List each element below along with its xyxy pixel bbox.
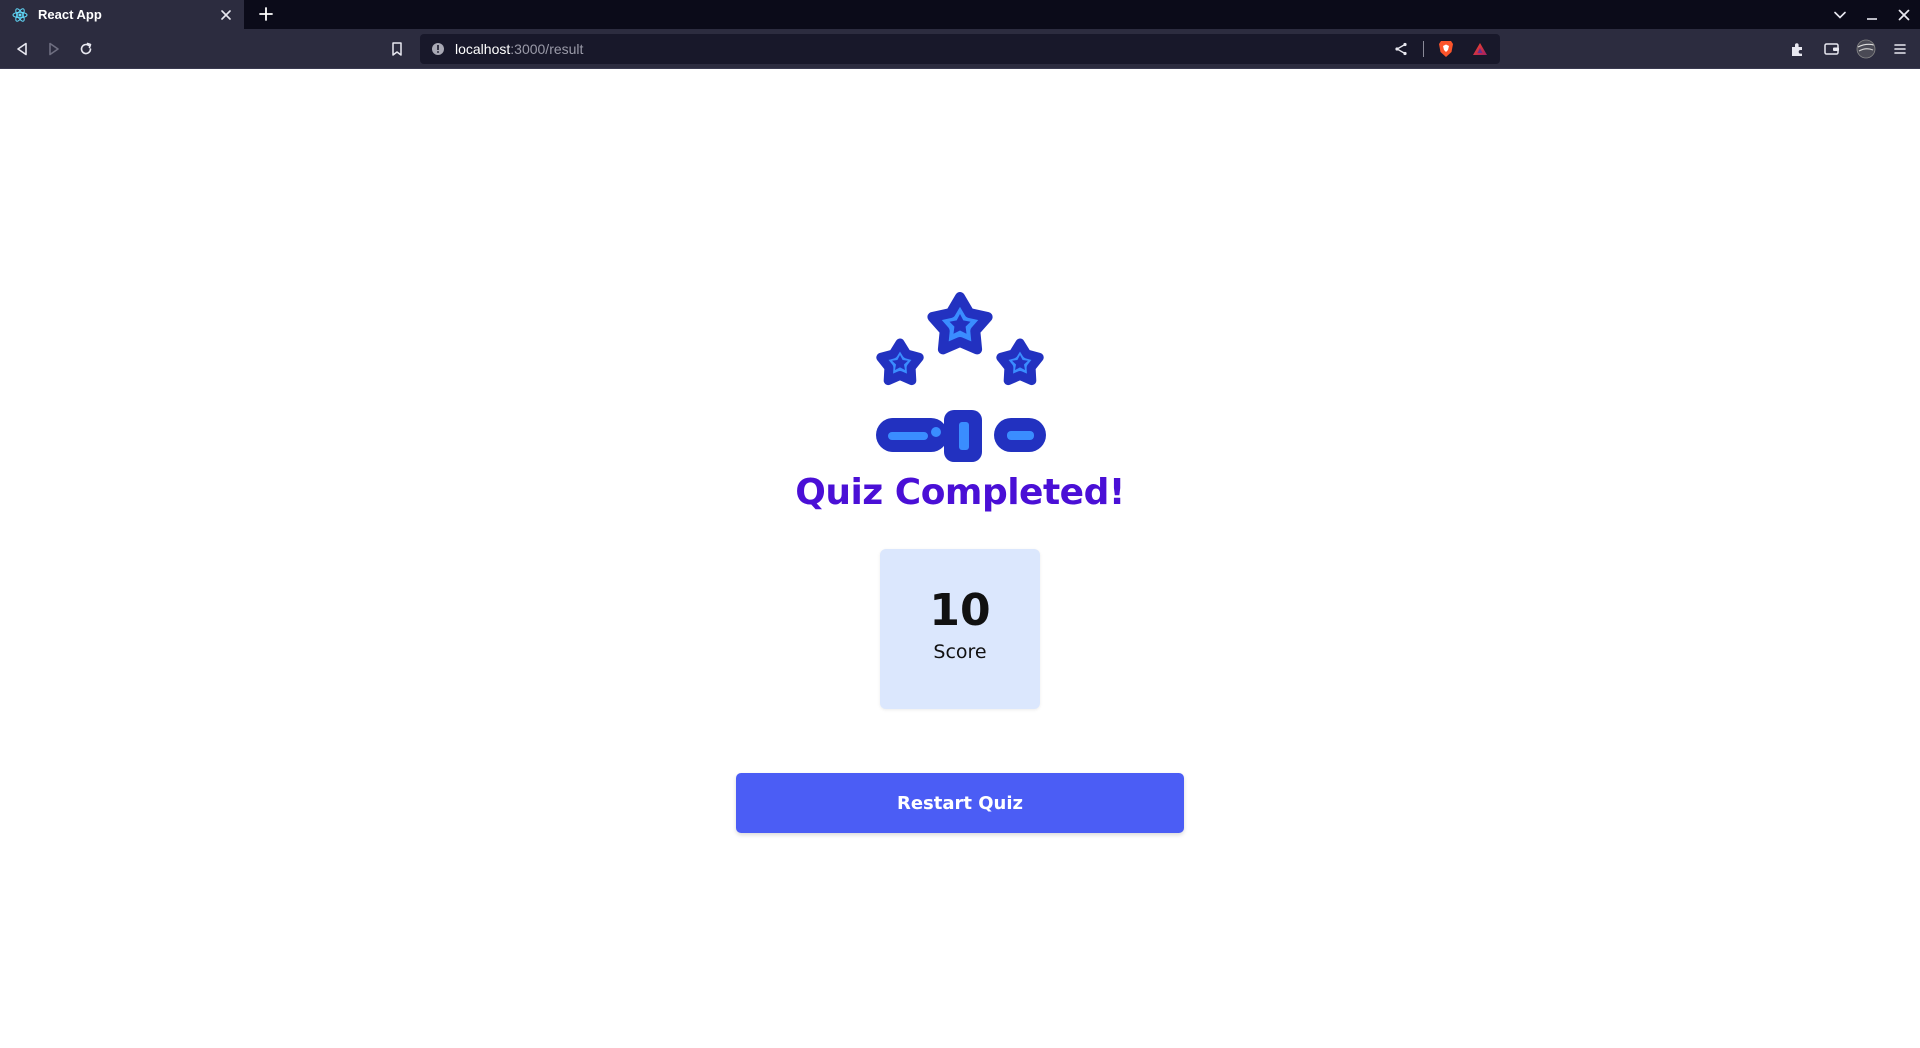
divider	[1423, 41, 1424, 57]
address-text: localhost:3000/result	[455, 41, 583, 57]
minimize-icon[interactable]	[1856, 0, 1888, 29]
share-icon[interactable]	[1389, 37, 1413, 61]
react-icon	[12, 7, 28, 23]
info-icon[interactable]	[430, 41, 446, 57]
result-page: Quiz Completed! 10 Score Restart Quiz	[0, 70, 1920, 1048]
address-actions	[1389, 37, 1492, 61]
plus-icon[interactable]	[254, 2, 278, 26]
menu-icon[interactable]	[1888, 37, 1912, 61]
profile-avatar[interactable]	[1854, 37, 1878, 61]
tab-title: React App	[38, 7, 102, 22]
toolbar-actions	[1786, 37, 1912, 61]
trophy-stars-icon	[870, 292, 1050, 462]
address-bar[interactable]: localhost:3000/result	[420, 34, 1500, 64]
page-title: Quiz Completed!	[795, 472, 1125, 513]
reload-icon[interactable]	[74, 37, 98, 61]
browser-toolbar: localhost:3000/result	[0, 29, 1920, 69]
brave-shields-icon[interactable]	[1434, 37, 1458, 61]
bookmark-icon[interactable]	[385, 37, 409, 61]
restart-quiz-button[interactable]: Restart Quiz	[736, 773, 1184, 833]
close-icon[interactable]	[214, 3, 238, 27]
window-controls	[1824, 0, 1920, 29]
brave-rewards-icon[interactable]	[1468, 37, 1492, 61]
score-value: 10	[929, 585, 991, 636]
wallet-icon[interactable]	[1820, 37, 1844, 61]
url-host: localhost	[455, 41, 511, 57]
forward-icon[interactable]	[42, 37, 66, 61]
chevron-down-icon[interactable]	[1824, 0, 1856, 29]
url-path: :3000/result	[510, 41, 584, 57]
score-card: 10 Score	[880, 549, 1040, 709]
window-close-icon[interactable]	[1888, 0, 1920, 29]
browser-tab[interactable]: React App	[0, 0, 244, 29]
tab-strip: React App	[0, 0, 1920, 29]
score-label: Score	[933, 641, 987, 663]
back-icon[interactable]	[10, 37, 34, 61]
extensions-icon[interactable]	[1786, 37, 1810, 61]
